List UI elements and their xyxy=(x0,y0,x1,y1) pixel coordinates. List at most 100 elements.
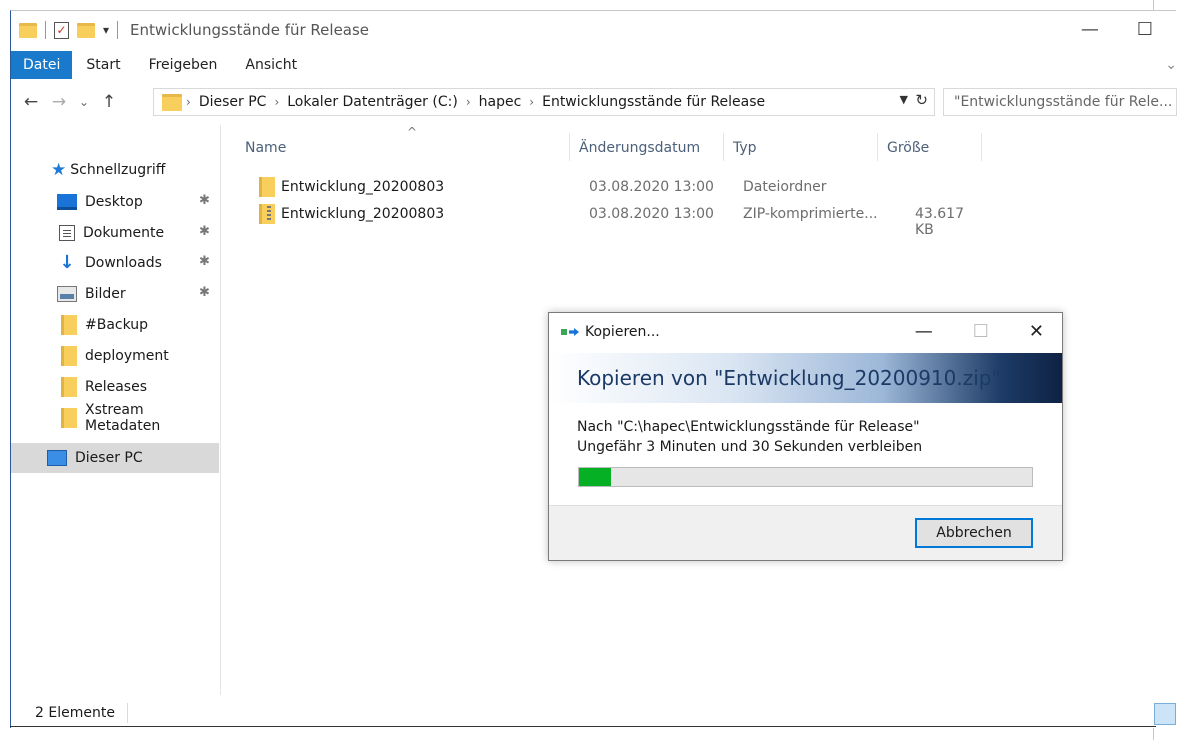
file-type: Dateiordner xyxy=(743,179,827,195)
column-header-type[interactable]: Typ xyxy=(733,135,757,161)
title-bar: ✓ ▾ Entwicklungsstände für Release — ☐ xyxy=(11,11,1177,49)
file-date: 03.08.2020 13:00 xyxy=(589,206,714,222)
details-view-icon[interactable] xyxy=(1154,703,1176,725)
new-folder-icon[interactable] xyxy=(77,22,95,38)
copy-dialog: Kopieren... — ☐ ✕ Kopieren von "Entwickl… xyxy=(548,312,1063,561)
sidebar-item-deployment[interactable]: deployment xyxy=(11,341,219,371)
sidebar-item-label: Desktop xyxy=(85,194,143,210)
sidebar-item-backup[interactable]: #Backup xyxy=(11,310,219,340)
dialog-title-bar: Kopieren... — ☐ ✕ xyxy=(549,313,1062,351)
dialog-body: Nach "C:\hapec\Entwicklungsstände für Re… xyxy=(577,417,922,457)
maximize-button[interactable]: ☐ xyxy=(1137,19,1153,40)
file-date: 03.08.2020 13:00 xyxy=(589,179,714,195)
sort-ascending-icon: ^ xyxy=(407,125,418,139)
column-header-date[interactable]: Änderungsdatum xyxy=(579,135,700,161)
sidebar-item-bilder[interactable]: Bilder ✱ xyxy=(11,279,219,309)
sidebar-item-label: Schnellzugriff xyxy=(70,162,166,178)
dialog-window-controls: — ☐ ✕ xyxy=(915,321,1044,342)
column-divider[interactable] xyxy=(723,133,724,161)
breadcrumb-current-folder[interactable]: Entwicklungsstände für Release xyxy=(542,94,765,110)
breadcrumb-local-disk[interactable]: Lokaler Datenträger (C:) xyxy=(287,94,458,110)
expand-ribbon-icon[interactable]: ⌄ xyxy=(1165,57,1177,73)
documents-icon xyxy=(59,225,75,241)
column-divider[interactable] xyxy=(569,133,570,161)
sidebar-item-label: deployment xyxy=(85,348,169,364)
recent-locations-icon[interactable]: ⌄ xyxy=(73,95,95,109)
window-bottom-border xyxy=(10,726,1156,727)
column-header-size[interactable]: Größe xyxy=(887,135,929,161)
navigation-pane: ★ Schnellzugriff Desktop ✱ Dokumente ✱ ↓… xyxy=(11,125,221,695)
breadcrumb-separator-icon[interactable]: › xyxy=(274,95,279,109)
dialog-title: Kopieren... xyxy=(585,324,660,340)
tab-ansicht[interactable]: Ansicht xyxy=(231,51,311,79)
toolbar-separator xyxy=(117,21,119,39)
window-title: Entwicklungsstände für Release xyxy=(130,21,370,39)
refresh-icon[interactable]: ↻ xyxy=(915,91,928,109)
forward-button[interactable]: → xyxy=(45,92,73,112)
sidebar-item-desktop[interactable]: Desktop ✱ xyxy=(11,187,219,217)
folder-icon xyxy=(259,177,275,197)
copy-destination: Nach "C:\hapec\Entwicklungsstände für Re… xyxy=(577,419,920,435)
folder-icon xyxy=(162,93,182,111)
dialog-footer: Abbrechen xyxy=(549,505,1062,560)
properties-icon[interactable]: ✓ xyxy=(54,21,69,39)
search-input[interactable]: "Entwicklungsstände für Rele... xyxy=(943,88,1177,116)
file-name: Entwicklung_20200803 xyxy=(281,179,445,195)
breadcrumb-hapec[interactable]: hapec xyxy=(479,94,522,110)
sidebar-item-label: Bilder xyxy=(85,286,126,302)
pin-icon[interactable]: ✱ xyxy=(199,254,210,269)
folder-icon xyxy=(61,346,77,366)
cancel-button[interactable]: Abbrechen xyxy=(915,518,1033,548)
status-bar: 2 Elemente xyxy=(11,699,1177,727)
dialog-close-button[interactable]: ✕ xyxy=(1029,321,1044,342)
breadcrumb-separator-icon[interactable]: › xyxy=(186,95,191,109)
progress-fill xyxy=(579,468,611,486)
file-name: Entwicklung_20200803 xyxy=(281,206,445,222)
tab-start[interactable]: Start xyxy=(72,51,134,79)
column-divider[interactable] xyxy=(981,133,982,161)
copy-icon xyxy=(561,326,581,338)
downloads-icon: ↓ xyxy=(59,252,75,273)
sidebar-item-downloads[interactable]: ↓ Downloads ✱ xyxy=(11,248,219,278)
sidebar-item-label: Releases xyxy=(85,379,147,395)
sidebar-item-label: Downloads xyxy=(85,255,162,271)
dialog-heading: Kopieren von "Entwicklung_20200910.zip" xyxy=(549,353,1062,403)
column-divider[interactable] xyxy=(877,133,878,161)
file-size: 43.617 KB xyxy=(915,206,964,238)
pin-icon[interactable]: ✱ xyxy=(199,193,210,208)
pin-icon[interactable]: ✱ xyxy=(199,224,210,239)
item-count: 2 Elemente xyxy=(35,705,115,721)
breadcrumb-dieser-pc[interactable]: Dieser PC xyxy=(199,94,267,110)
breadcrumb-separator-icon[interactable]: › xyxy=(466,95,471,109)
sidebar-item-releases[interactable]: Releases xyxy=(11,372,219,402)
pictures-icon xyxy=(57,286,77,302)
copy-progress-bar xyxy=(578,467,1033,487)
address-bar[interactable]: › Dieser PC › Lokaler Datenträger (C:) ›… xyxy=(153,88,935,116)
desktop-icon xyxy=(57,194,77,210)
minimize-button[interactable]: — xyxy=(1081,19,1099,40)
back-button[interactable]: ← xyxy=(17,92,45,112)
sidebar-item-label: #Backup xyxy=(85,317,149,333)
tab-datei[interactable]: Datei xyxy=(11,51,73,79)
computer-icon xyxy=(47,450,67,466)
column-header-name[interactable]: Name xyxy=(245,135,286,161)
table-row[interactable]: Entwicklung_20200803 03.08.2020 13:00 ZI… xyxy=(243,204,983,238)
quick-access-toolbar: ✓ ▾ Entwicklungsstände für Release xyxy=(11,21,369,39)
tab-freigeben[interactable]: Freigeben xyxy=(135,51,232,79)
up-button[interactable]: ↑ xyxy=(95,92,123,112)
customize-toolbar-icon[interactable]: ▾ xyxy=(103,23,109,37)
address-history-dropdown-icon[interactable]: ▼ xyxy=(900,93,908,106)
folder-icon xyxy=(61,315,77,335)
breadcrumb-separator-icon[interactable]: › xyxy=(529,95,534,109)
file-type: ZIP-komprimierte... xyxy=(743,206,878,222)
pin-icon[interactable]: ✱ xyxy=(199,285,210,300)
sidebar-item-dokumente[interactable]: Dokumente ✱ xyxy=(11,218,219,248)
table-row[interactable]: Entwicklung_20200803 03.08.2020 13:00 Da… xyxy=(243,177,983,199)
sidebar-item-xstream-metadaten[interactable]: Xstream Metadaten xyxy=(11,402,219,434)
toolbar-separator xyxy=(45,21,46,39)
dialog-minimize-button[interactable]: — xyxy=(915,321,933,342)
folder-icon xyxy=(61,408,77,428)
sidebar-item-quick-access[interactable]: ★ Schnellzugriff xyxy=(11,155,219,185)
sidebar-item-label: Dieser PC xyxy=(75,450,143,466)
sidebar-item-dieser-pc[interactable]: Dieser PC xyxy=(11,443,219,473)
